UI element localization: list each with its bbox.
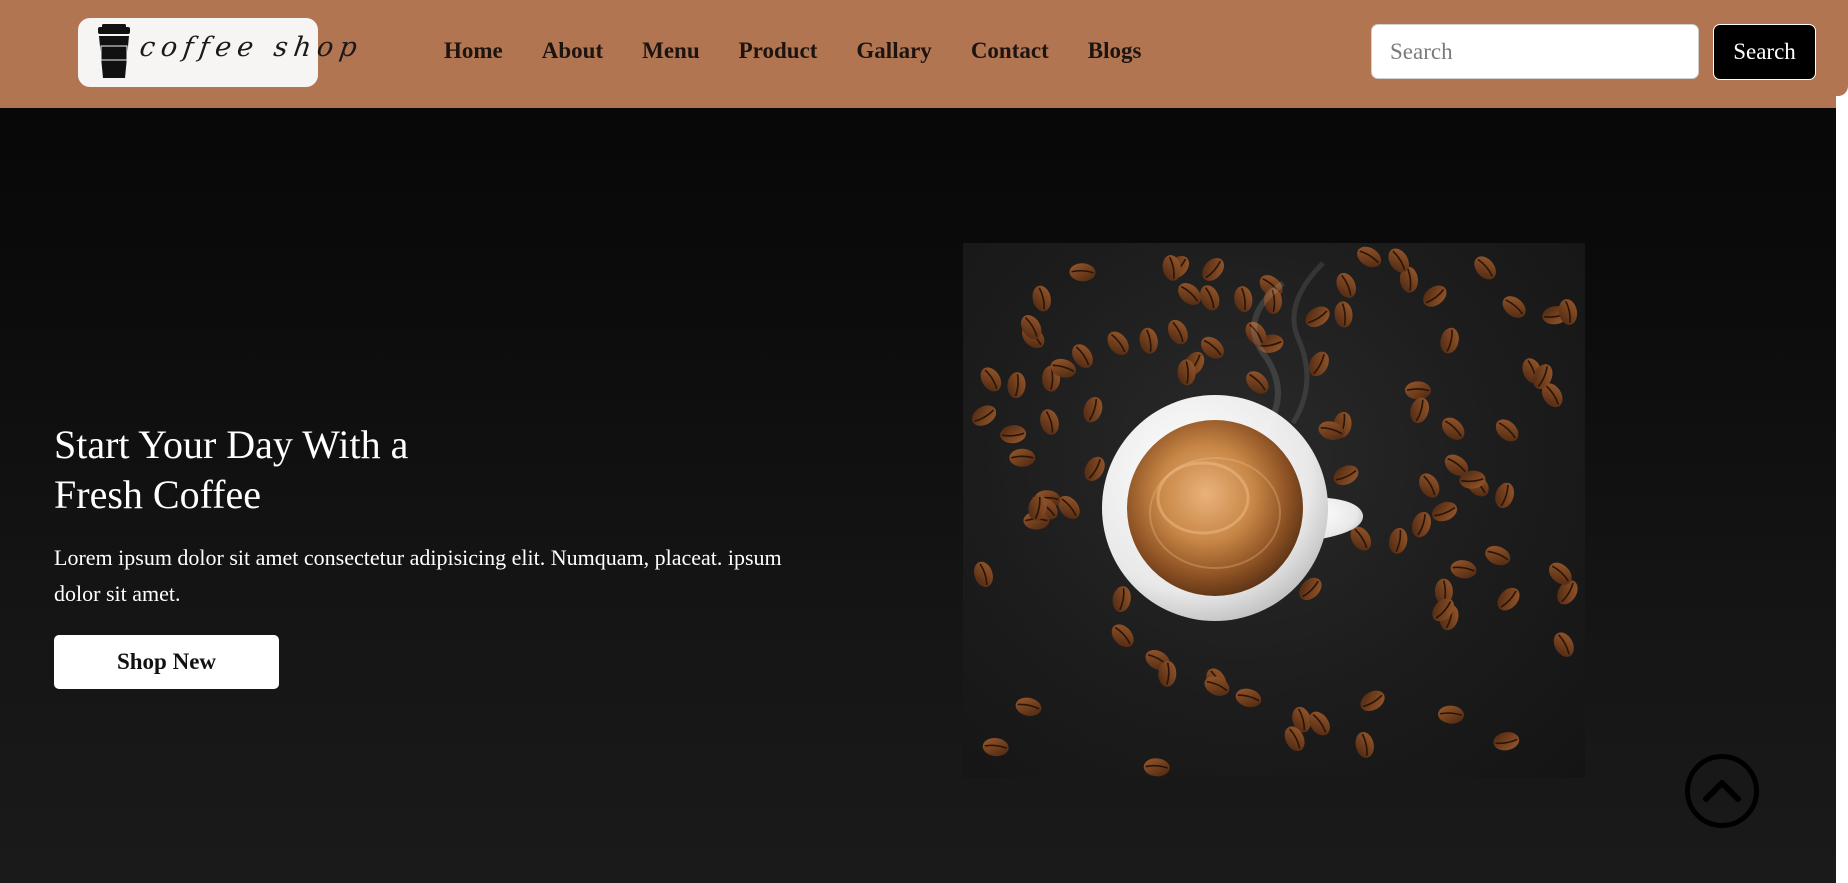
coffee-bean [1423, 285, 1447, 307]
nav-contact[interactable]: Contact [971, 38, 1049, 64]
site-header: coffee shop Home About Menu Product Gall… [0, 0, 1836, 108]
coffee-bean [1333, 465, 1359, 486]
coffee-bean [1438, 705, 1464, 724]
coffee-bean [1440, 327, 1459, 354]
nav-product[interactable]: Product [739, 38, 818, 64]
coffee-bean [1107, 331, 1129, 356]
coffee-bean [1411, 511, 1432, 538]
coffee-bean [1200, 285, 1220, 311]
coffee-bean [1111, 624, 1134, 648]
coffee-bean [1355, 732, 1374, 758]
coffee-bean [1502, 296, 1526, 318]
page: coffee shop Home About Menu Product Gall… [0, 0, 1848, 883]
search-input[interactable] [1371, 24, 1699, 79]
nav-gallary[interactable]: Gallary [856, 38, 931, 64]
coffee-bean [1009, 448, 1036, 467]
coffee-bean [1040, 409, 1059, 435]
coffee-bean [1032, 285, 1051, 312]
coffee-bean [1139, 327, 1158, 354]
coffee-bean [1432, 501, 1458, 522]
scroll-top-button[interactable] [1685, 754, 1759, 828]
coffee-bean [1495, 419, 1519, 442]
nav-blogs[interactable]: Blogs [1088, 38, 1142, 64]
coffee-bean [1112, 586, 1131, 612]
coffee-bean [1305, 306, 1330, 328]
coffee-bean [972, 405, 997, 426]
hero-description: Lorem ipsum dolor sit amet consectetur a… [54, 545, 782, 606]
coffee-bean [1000, 425, 1027, 444]
coffee-cup-icon [96, 24, 132, 85]
chevron-up-icon [1703, 780, 1741, 802]
header-edge [1836, 0, 1848, 96]
logo-text: coffee shop [137, 32, 365, 63]
coffee-bean [1246, 371, 1269, 394]
page-edge [1836, 0, 1848, 883]
coffee-bean [1389, 527, 1408, 554]
coffee-bean [1485, 545, 1511, 566]
coffee-bean [1360, 690, 1385, 712]
coffee-bean [1441, 417, 1465, 440]
coffee-bean [982, 738, 1009, 757]
coffee-bean [1450, 560, 1477, 579]
coffee-bean [1493, 732, 1520, 751]
coffee-bean [1357, 246, 1382, 268]
coffee-bean [1015, 697, 1042, 717]
search-button[interactable]: Search [1713, 24, 1816, 80]
coffee-bean [1069, 263, 1096, 282]
nav-home[interactable]: Home [444, 38, 503, 64]
coffee-bean [1083, 396, 1103, 423]
hero-title-line1: Start Your Day With a [54, 422, 409, 467]
coffee-bean [1202, 257, 1225, 281]
coffee-bean [1334, 301, 1353, 328]
coffee-bean [1497, 587, 1520, 611]
coffee-bean [1007, 372, 1026, 399]
coffee-beans-cup-illustration [972, 246, 1578, 777]
coffee-bean [1495, 482, 1515, 509]
nav-about[interactable]: About [542, 38, 603, 64]
coffee-bean [1419, 473, 1440, 498]
hero-title: Start Your Day With a Fresh Coffee [54, 420, 574, 520]
hero-image [963, 243, 1585, 778]
coffee-bean [980, 367, 1002, 392]
main-nav: Home About Menu Product Gallary Contact … [444, 38, 1180, 64]
coffee-bean [1084, 456, 1105, 482]
coffee-bean [1143, 758, 1170, 777]
coffee-bean [1410, 397, 1430, 424]
logo[interactable]: coffee shop [78, 18, 365, 87]
coffee-bean [1235, 688, 1262, 708]
coffee-bean [1405, 381, 1431, 400]
nav-menu[interactable]: Menu [642, 38, 700, 64]
coffee-bean [1234, 286, 1253, 313]
shop-new-button[interactable]: Shop New [54, 635, 279, 689]
coffee-bean [1474, 256, 1496, 280]
coffee-bean [1336, 272, 1356, 298]
hero-title-line2: Fresh Coffee [54, 472, 261, 517]
coffee-bean [1553, 632, 1574, 657]
coffee-bean [974, 561, 993, 588]
coffee-bean [1167, 319, 1188, 345]
